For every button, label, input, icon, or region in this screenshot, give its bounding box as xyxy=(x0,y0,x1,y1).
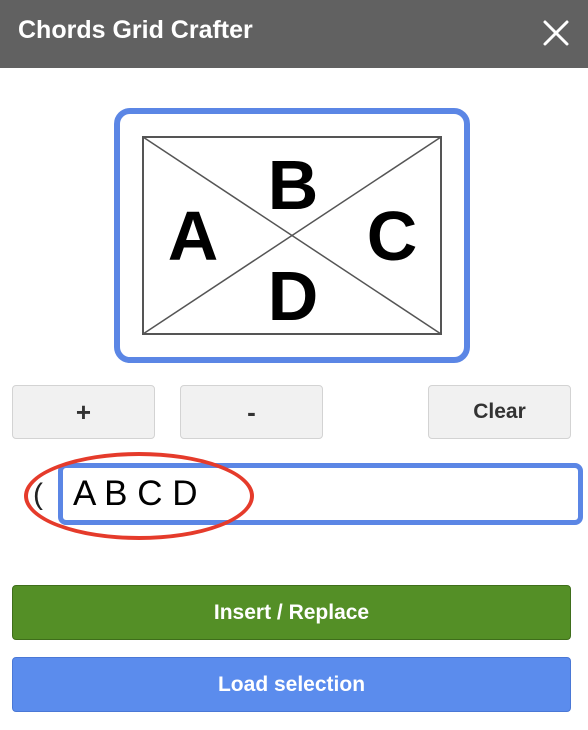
chord-left: A xyxy=(168,197,219,275)
insert-replace-button[interactable]: Insert / Replace xyxy=(12,585,571,640)
dialog-title: Chords Grid Crafter xyxy=(18,16,253,44)
title-bar: Chords Grid Crafter xyxy=(0,0,588,68)
load-selection-button[interactable]: Load selection xyxy=(12,657,571,712)
chord-bottom: D xyxy=(268,257,319,335)
remove-button[interactable]: - xyxy=(180,385,323,439)
chord-top: B xyxy=(268,146,319,224)
chord-grid: A B C D xyxy=(142,136,442,335)
chord-grid-preview: A B C D xyxy=(114,108,470,363)
add-button[interactable]: + xyxy=(12,385,155,439)
chord-input[interactable] xyxy=(58,463,583,525)
chord-right: C xyxy=(367,197,418,275)
input-edge-glyph: ( xyxy=(33,478,43,511)
clear-button[interactable]: Clear xyxy=(428,385,571,439)
close-icon[interactable] xyxy=(542,19,570,47)
